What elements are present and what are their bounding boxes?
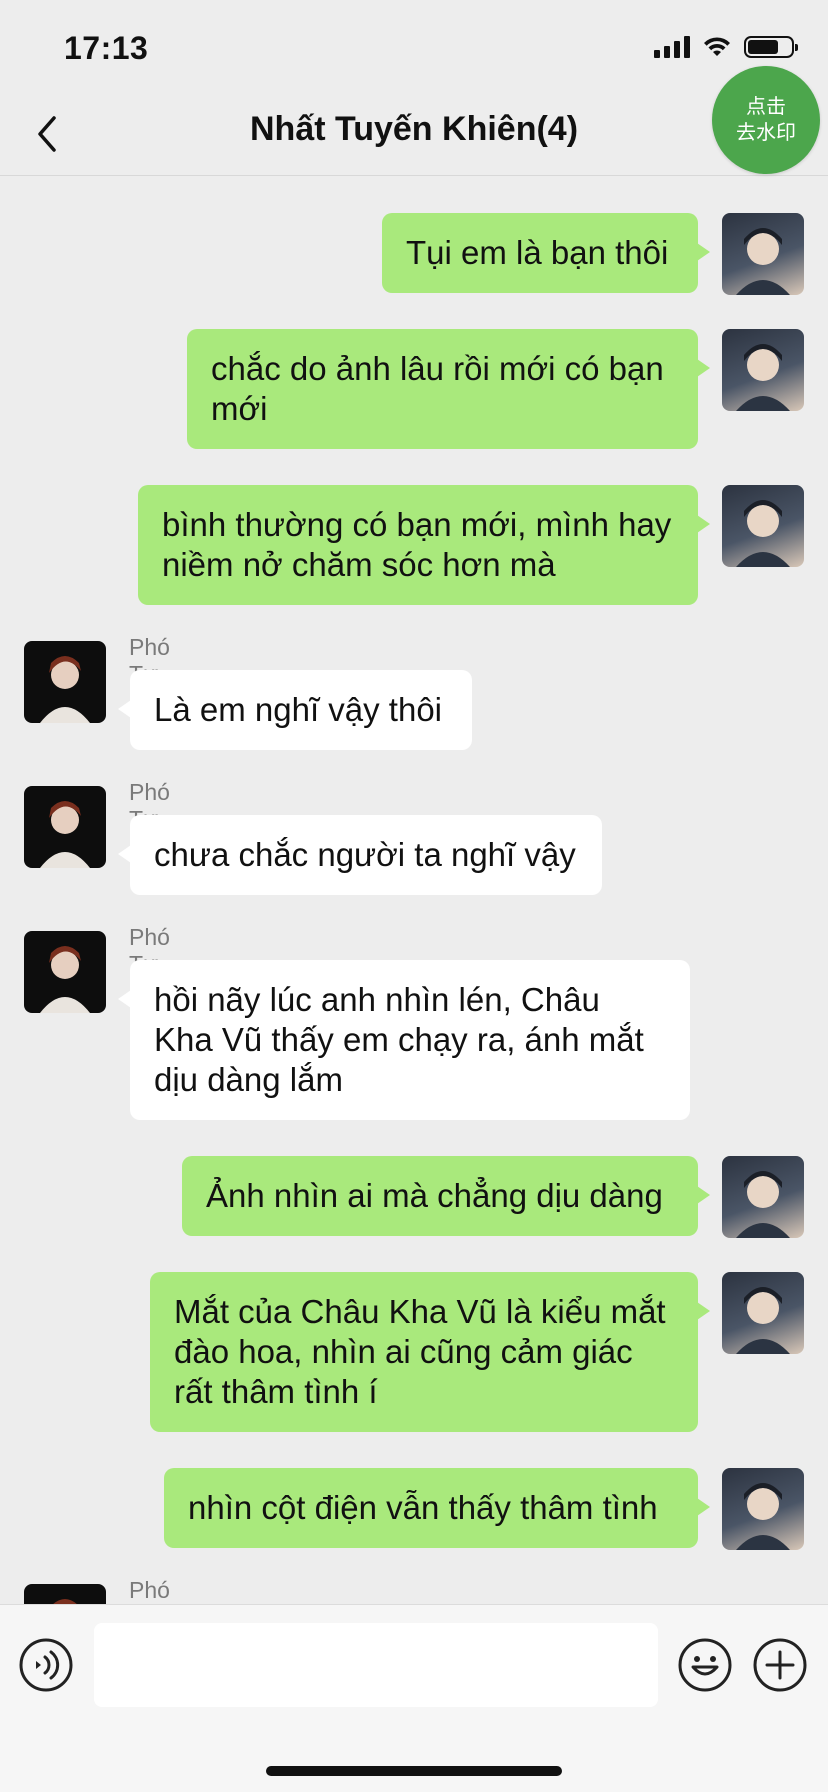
message-bubble[interactable]: chưa chắc người ta nghĩ vậy	[118, 815, 602, 895]
avatar[interactable]	[24, 931, 106, 1013]
avatar[interactable]	[722, 485, 804, 567]
cellular-signal-icon	[654, 36, 690, 58]
status-bar: 17:13	[0, 0, 828, 92]
avatar[interactable]	[24, 641, 106, 723]
avatar[interactable]	[24, 1584, 106, 1604]
message-bubble[interactable]: Là em nghĩ vậy thôi	[118, 670, 472, 750]
message-input[interactable]	[94, 1623, 658, 1707]
avatar[interactable]	[722, 1468, 804, 1550]
watermark-button-line1: 点击	[746, 96, 786, 118]
chat-title: Nhất Tuyến Khiên(4)	[249, 110, 579, 148]
avatar[interactable]	[722, 329, 804, 411]
remove-watermark-button[interactable]: 点击 去水印	[712, 66, 820, 174]
input-bar	[0, 1604, 828, 1792]
message-bubble[interactable]: Tụi em là bạn thôi	[382, 213, 710, 293]
avatar[interactable]	[24, 786, 106, 868]
message-bubble[interactable]: Ảnh nhìn ai mà chẳng dịu dàng	[182, 1156, 710, 1236]
watermark-button-line2: 去水印	[736, 122, 796, 144]
message-bubble[interactable]: chắc do ảnh lâu rồi mới có bạn mới	[187, 329, 710, 449]
plus-icon[interactable]	[752, 1637, 808, 1693]
status-icons	[654, 36, 798, 58]
message-bubble[interactable]: hồi nãy lúc anh nhìn lén, Châu Kha Vũ th…	[118, 960, 690, 1120]
battery-icon	[744, 36, 798, 58]
avatar[interactable]	[722, 1156, 804, 1238]
wifi-icon	[704, 37, 730, 56]
home-indicator	[266, 1766, 562, 1776]
avatar[interactable]	[722, 213, 804, 295]
emoji-icon[interactable]	[677, 1637, 733, 1693]
voice-icon[interactable]	[18, 1637, 74, 1693]
message-bubble[interactable]: Mắt của Châu Kha Vũ là kiểu mắt đào hoa,…	[150, 1272, 710, 1432]
sender-name: Phó Tư Siêu	[129, 1577, 170, 1603]
chat-header: Nhất Tuyến Khiên(4)	[0, 92, 828, 176]
chat-message-list[interactable]: Tụi em là bạn thôi chắc do ảnh lâu rồi m…	[0, 176, 828, 1604]
status-time: 17:13	[64, 30, 149, 66]
message-bubble[interactable]: bình thường có bạn mới, mình hay niềm nở…	[138, 485, 710, 605]
message-bubble[interactable]: nhìn cột điện vẫn thấy thâm tình	[164, 1468, 710, 1548]
avatar[interactable]	[722, 1272, 804, 1354]
